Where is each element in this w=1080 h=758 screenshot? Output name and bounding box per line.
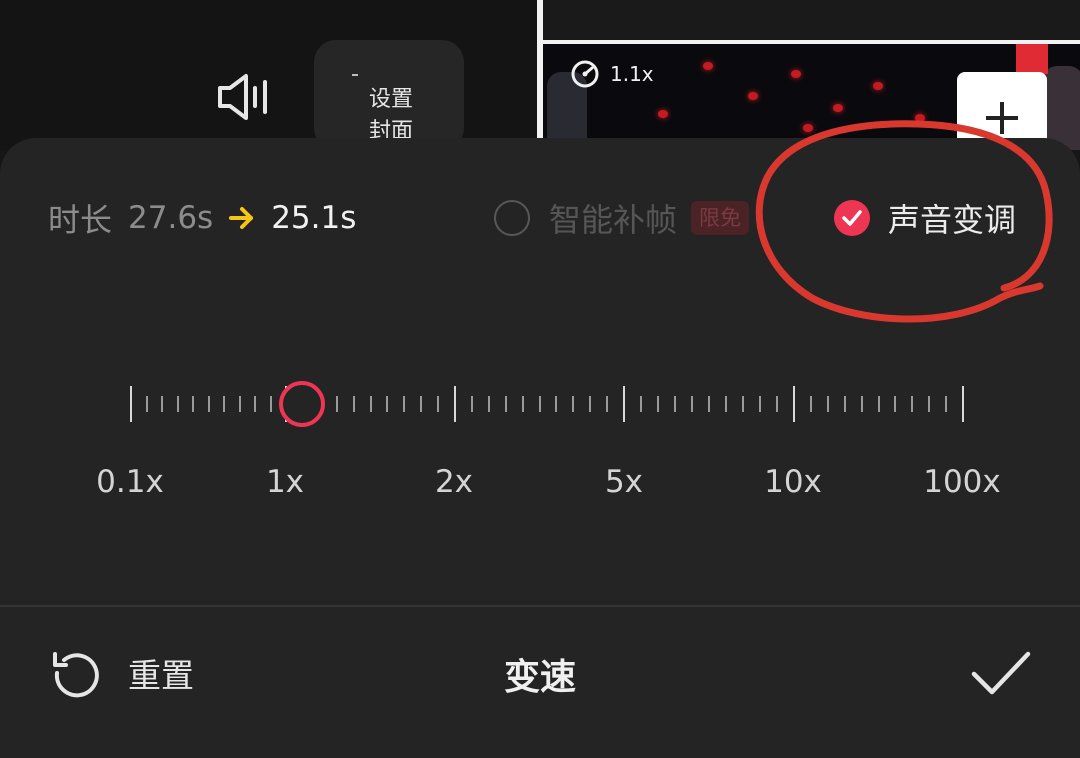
speed-tick-minor: [239, 396, 241, 412]
speed-tick-minor: [844, 396, 846, 412]
speed-tick-minor: [223, 396, 225, 412]
speed-tick-minor: [894, 396, 896, 412]
timeline-top-area: [543, 0, 1080, 40]
speed-tick-minor: [437, 396, 439, 412]
speed-tick-minor: [657, 396, 659, 412]
speed-label-1x: 1x: [265, 464, 305, 500]
speed-label-5x: 5x: [604, 464, 644, 500]
speed-tick-minor: [691, 396, 693, 412]
confirm-button[interactable]: [968, 646, 1034, 702]
reset-label: 重置: [128, 656, 194, 695]
speed-tick-minor: [539, 396, 541, 412]
speed-tick-minor: [336, 396, 338, 412]
speed-label-2x: 2x: [434, 464, 474, 500]
speed-tick-minor: [861, 396, 863, 412]
speed-tick-minor: [270, 396, 272, 412]
speed-tick-major-100x: [962, 386, 964, 422]
speed-tick-minor: [928, 396, 930, 412]
clip-light: [833, 104, 843, 112]
speed-slider-handle[interactable]: [279, 381, 325, 427]
speed-tick-minor: [403, 396, 405, 412]
speed-tick-minor: [759, 396, 761, 412]
speed-tick-major-5x: [623, 386, 625, 422]
speed-label-100x: 100x: [923, 464, 1001, 500]
speed-tick-minor: [555, 396, 557, 412]
clip-light: [915, 114, 925, 122]
speed-tick-minor: [911, 396, 913, 412]
speed-tick-major-2x: [454, 386, 456, 422]
clip-light: [748, 92, 758, 100]
duration-original: 27.6s: [128, 200, 214, 236]
speaker-icon: [218, 74, 267, 120]
arrow-right-icon: [229, 206, 255, 230]
speed-tick-minor: [589, 396, 591, 412]
clip-light: [791, 70, 801, 78]
clip-speed-value: 1.1x: [610, 62, 654, 86]
speed-tick-minor: [420, 396, 422, 412]
speed-tick-minor: [945, 396, 947, 412]
speed-tick-minor: [146, 396, 148, 412]
speed-tick-minor: [192, 396, 194, 412]
duration-info: 时长 27.6s 25.1s: [48, 195, 356, 241]
speed-tick-minor: [488, 396, 490, 412]
speed-tick-minor: [353, 396, 355, 412]
plus-icon: [986, 102, 1018, 134]
speed-tick-minor: [370, 396, 372, 412]
checkmark-icon: [971, 651, 1031, 695]
speed-tick-minor: [161, 396, 163, 412]
speed-tick-minor: [674, 396, 676, 412]
speed-gauge-icon: [571, 60, 599, 88]
clip-light: [873, 82, 883, 90]
reset-button[interactable]: 重置: [50, 645, 194, 701]
smart-frame-option[interactable]: 智能补帧 限免: [494, 196, 750, 240]
speed-tick-major-0.1x: [130, 386, 132, 422]
duration-label: 时长: [48, 201, 113, 239]
speed-tick-major-10x: [793, 386, 795, 422]
check-icon: [842, 210, 862, 226]
speed-tick-minor: [742, 396, 744, 412]
speed-tick-minor: [640, 396, 642, 412]
speed-tick-minor: [254, 396, 256, 412]
speed-slider[interactable]: [126, 381, 970, 427]
duration-new: 25.1s: [271, 200, 357, 236]
clip-red-marker: [1016, 44, 1048, 74]
speed-tick-minor: [522, 396, 524, 412]
speed-tick-minor: [177, 396, 179, 412]
smart-frame-radio[interactable]: [494, 200, 530, 236]
reset-icon: [53, 652, 99, 698]
speed-tick-minor: [208, 396, 210, 412]
footer-divider: [0, 605, 1080, 607]
speed-tick-minor: [505, 396, 507, 412]
speed-tick-minor: [878, 396, 880, 412]
pitch-change-option[interactable]: 声音变调: [834, 196, 1016, 240]
pitch-change-label: 声音变调: [888, 201, 1017, 239]
cover-marker: [352, 74, 358, 76]
limited-free-badge: 限免: [691, 201, 750, 235]
speed-label-0.1x: 0.1x: [96, 464, 164, 500]
speed-tick-minor: [606, 396, 608, 412]
clip-light: [658, 110, 668, 118]
volume-button[interactable]: [214, 72, 272, 122]
speed-tick-minor: [708, 396, 710, 412]
speed-tick-minor: [725, 396, 727, 412]
speed-tick-minor: [827, 396, 829, 412]
speed-tick-minor: [386, 396, 388, 412]
clip-speed-badge: 1.1x: [570, 58, 654, 90]
smart-frame-label: 智能补帧: [549, 201, 678, 239]
pitch-change-checkbox[interactable]: [834, 200, 870, 236]
clip-light: [703, 62, 713, 70]
speed-tick-minor: [810, 396, 812, 412]
clip-light: [803, 124, 813, 132]
speed-label-10x: 10x: [764, 464, 822, 500]
speed-tick-minor: [471, 396, 473, 412]
set-cover-button[interactable]: 设置 封面: [314, 40, 464, 150]
speed-tick-minor: [776, 396, 778, 412]
sheet-title: 变速: [503, 657, 576, 698]
speed-tick-minor: [572, 396, 574, 412]
